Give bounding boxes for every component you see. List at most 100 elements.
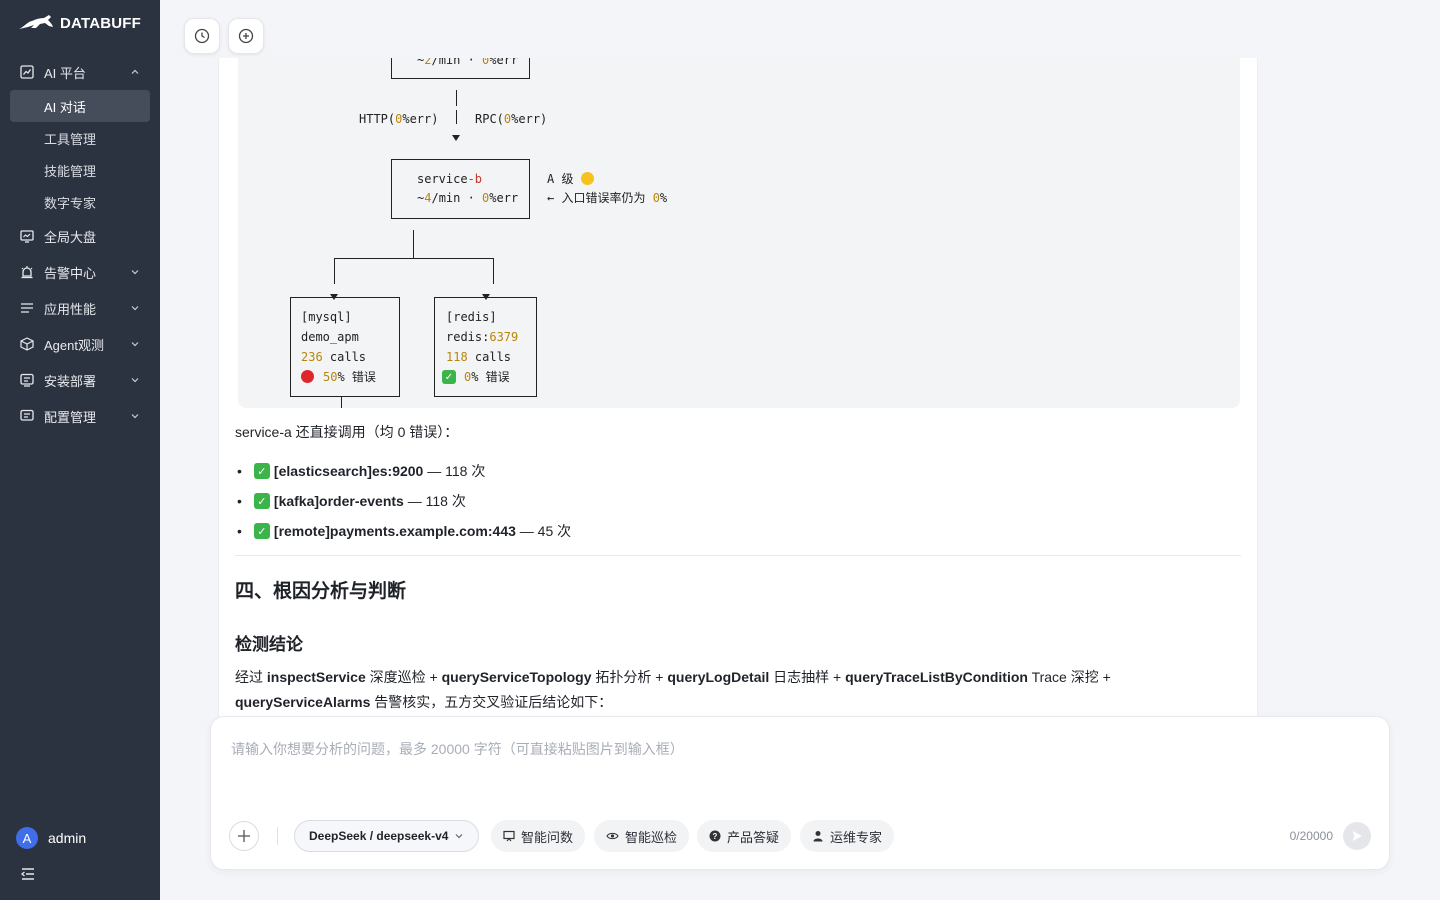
call-count: — 45 次 xyxy=(519,523,572,539)
question-icon: ? xyxy=(709,830,721,842)
plus-icon xyxy=(238,830,250,842)
call-count: — 118 次 xyxy=(407,493,466,509)
conclusion-line-1: 经过 inspectService 深度巡检 + queryServiceTop… xyxy=(235,669,1111,685)
nav-group-config-management[interactable]: 配置管理 xyxy=(0,398,160,434)
conclusion-line-2: queryServiceAlarms 告警核实，五方交叉验证后结论如下： xyxy=(235,694,613,710)
chip-smart-inspection[interactable]: 智能巡检 xyxy=(594,820,690,852)
ai-chart-icon xyxy=(20,65,34,79)
new-chat-button[interactable] xyxy=(228,18,264,54)
user-profile[interactable]: A admin xyxy=(16,827,86,849)
cube-icon xyxy=(20,337,34,351)
model-select[interactable]: DeepSeek / deepseek-v4 xyxy=(294,820,480,852)
list-item: ✓[elasticsearch]es:9200 — 118 次 xyxy=(235,456,571,486)
check-mark-icon: ✓ xyxy=(253,463,270,479)
call-target: [elasticsearch]es:9200 xyxy=(273,463,424,479)
nav-group-agent-observe[interactable]: Agent观测 xyxy=(0,326,160,362)
check-mark-icon: ✓ xyxy=(442,370,456,384)
user-icon xyxy=(813,831,823,842)
redis-host: redis:6379 xyxy=(446,330,519,344)
service-b-rate: ~4/min · 0%err xyxy=(417,191,519,205)
chip-product-qa[interactable]: ? 产品答疑 xyxy=(697,820,792,852)
nav-group-label: 配置管理 xyxy=(44,409,97,425)
nav-group-label: 告警中心 xyxy=(44,265,97,281)
top-box-line: ~2/min · 0%err xyxy=(417,58,519,67)
alarm-icon xyxy=(20,265,34,279)
nav-group-alarm-center[interactable]: 告警中心 xyxy=(0,254,160,290)
nav-group-global-dashboard[interactable]: 全局大盘 xyxy=(0,218,160,254)
grade-note: A 级 xyxy=(547,172,574,186)
direct-calls-list: ✓[elasticsearch]es:9200 — 118 次 ✓[kafka]… xyxy=(235,456,571,546)
call-count: — 118 次 xyxy=(427,463,486,479)
eye-icon xyxy=(606,832,619,840)
chevron-down-icon xyxy=(131,414,139,419)
check-mark-icon: ✓ xyxy=(253,523,270,539)
nav-item-tool-management[interactable]: 工具管理 xyxy=(0,122,160,154)
nav-group-label: Agent观测 xyxy=(44,337,104,353)
chevron-down-icon xyxy=(131,306,139,311)
nav-item-skill-management[interactable]: 技能管理 xyxy=(0,154,160,186)
mysql-calls: 236 calls xyxy=(301,350,367,364)
nav-item-ai-chat[interactable]: AI 对话 xyxy=(10,90,150,122)
nav-group-app-performance[interactable]: 应用性能 xyxy=(0,290,160,326)
history-button[interactable] xyxy=(184,18,220,54)
nav-group-ai-platform[interactable]: AI 平台 xyxy=(0,54,160,90)
conclusion-paragraph: 经过 inspectService 深度巡检 + queryServiceTop… xyxy=(235,665,1111,715)
collapse-sidebar-icon[interactable] xyxy=(20,866,36,882)
performance-icon xyxy=(20,301,34,315)
chat-input-box[interactable]: 请输入你想要分析的问题，最多 20000 字符（可直接粘贴图片到输入框） Dee… xyxy=(210,716,1390,870)
chip-label: 运维专家 xyxy=(830,829,883,845)
chevron-down-icon xyxy=(455,834,463,839)
redis-calls: 118 calls xyxy=(446,350,512,364)
nav-group-label: AI 平台 xyxy=(44,65,86,81)
redis-tag: [redis] xyxy=(446,310,497,324)
user-name: admin xyxy=(48,830,87,846)
chip-label: 产品答疑 xyxy=(727,829,780,845)
chip-label: 智能问数 xyxy=(521,829,574,845)
dashboard-icon xyxy=(20,229,34,243)
mysql-tag: [mysql] xyxy=(301,310,352,324)
chevron-down-icon xyxy=(131,378,139,383)
svg-text:?: ? xyxy=(713,832,718,841)
mysql-db: demo_apm xyxy=(301,330,359,344)
list-item: ✓[remote]payments.example.com:443 — 45 次 xyxy=(235,516,571,546)
chevron-down-icon xyxy=(131,342,139,347)
nav-group-label: 全局大盘 xyxy=(44,229,97,245)
nav-group-install-deploy[interactable]: 安装部署 xyxy=(0,362,160,398)
config-icon xyxy=(20,409,34,423)
deploy-icon xyxy=(20,373,34,387)
mysql-error: 50% 错误 xyxy=(323,370,376,384)
sidebar-nav: AI 平台 AI 对话 工具管理 技能管理 数字专家 全局大盘 告警中心 应用性… xyxy=(0,54,160,434)
nav-group-label: 应用性能 xyxy=(44,301,97,317)
nav-group-label: 安装部署 xyxy=(44,373,97,389)
logo-text: DATABUFF xyxy=(60,14,142,32)
service-b-box[interactable] xyxy=(391,159,530,219)
char-counter: 0/20000 xyxy=(1289,829,1333,843)
subsection-heading: 检测结论 xyxy=(235,635,303,654)
list-item: ✓[kafka]order-events — 118 次 xyxy=(235,486,571,516)
chip-ops-expert[interactable]: 运维专家 xyxy=(800,820,895,852)
chart-board-icon xyxy=(503,830,515,842)
chevron-up-icon xyxy=(131,69,139,74)
direct-calls-intro: service-a 还直接调用（均 0 错误）： xyxy=(235,424,459,440)
service-b-name: service-b xyxy=(417,172,483,186)
plus-circle-icon xyxy=(238,28,254,44)
send-button[interactable] xyxy=(1343,822,1371,850)
call-target: [kafka]order-events xyxy=(273,493,404,509)
check-mark-icon: ✓ xyxy=(253,493,270,509)
chevron-down-icon xyxy=(131,270,139,275)
chip-label: 智能巡检 xyxy=(625,829,678,845)
red-circle-icon xyxy=(301,370,314,383)
edge-http-label: HTTP(0%err) xyxy=(359,112,439,126)
model-select-value: DeepSeek / deepseek-v4 xyxy=(309,829,449,843)
attach-button[interactable] xyxy=(229,821,259,851)
chat-message-area: ~2/min · 0%err HTTP(0%err) RPC(0%err) se… xyxy=(218,58,1258,718)
call-target: [remote]payments.example.com:443 xyxy=(273,523,516,539)
chat-input-placeholder[interactable]: 请输入你想要分析的问题，最多 20000 字符（可直接粘贴图片到输入框） xyxy=(231,739,684,759)
avatar: A xyxy=(16,827,38,849)
entry-note: ← 入口错误率仍为 0% xyxy=(547,191,668,205)
logo[interactable]: DATABUFF xyxy=(18,13,141,33)
chip-smart-query[interactable]: 智能问数 xyxy=(491,820,586,852)
topology-diagram: ~2/min · 0%err HTTP(0%err) RPC(0%err) se… xyxy=(238,58,1240,408)
redis-error: 0% 错误 xyxy=(464,370,510,384)
nav-item-digital-expert[interactable]: 数字专家 xyxy=(0,186,160,218)
